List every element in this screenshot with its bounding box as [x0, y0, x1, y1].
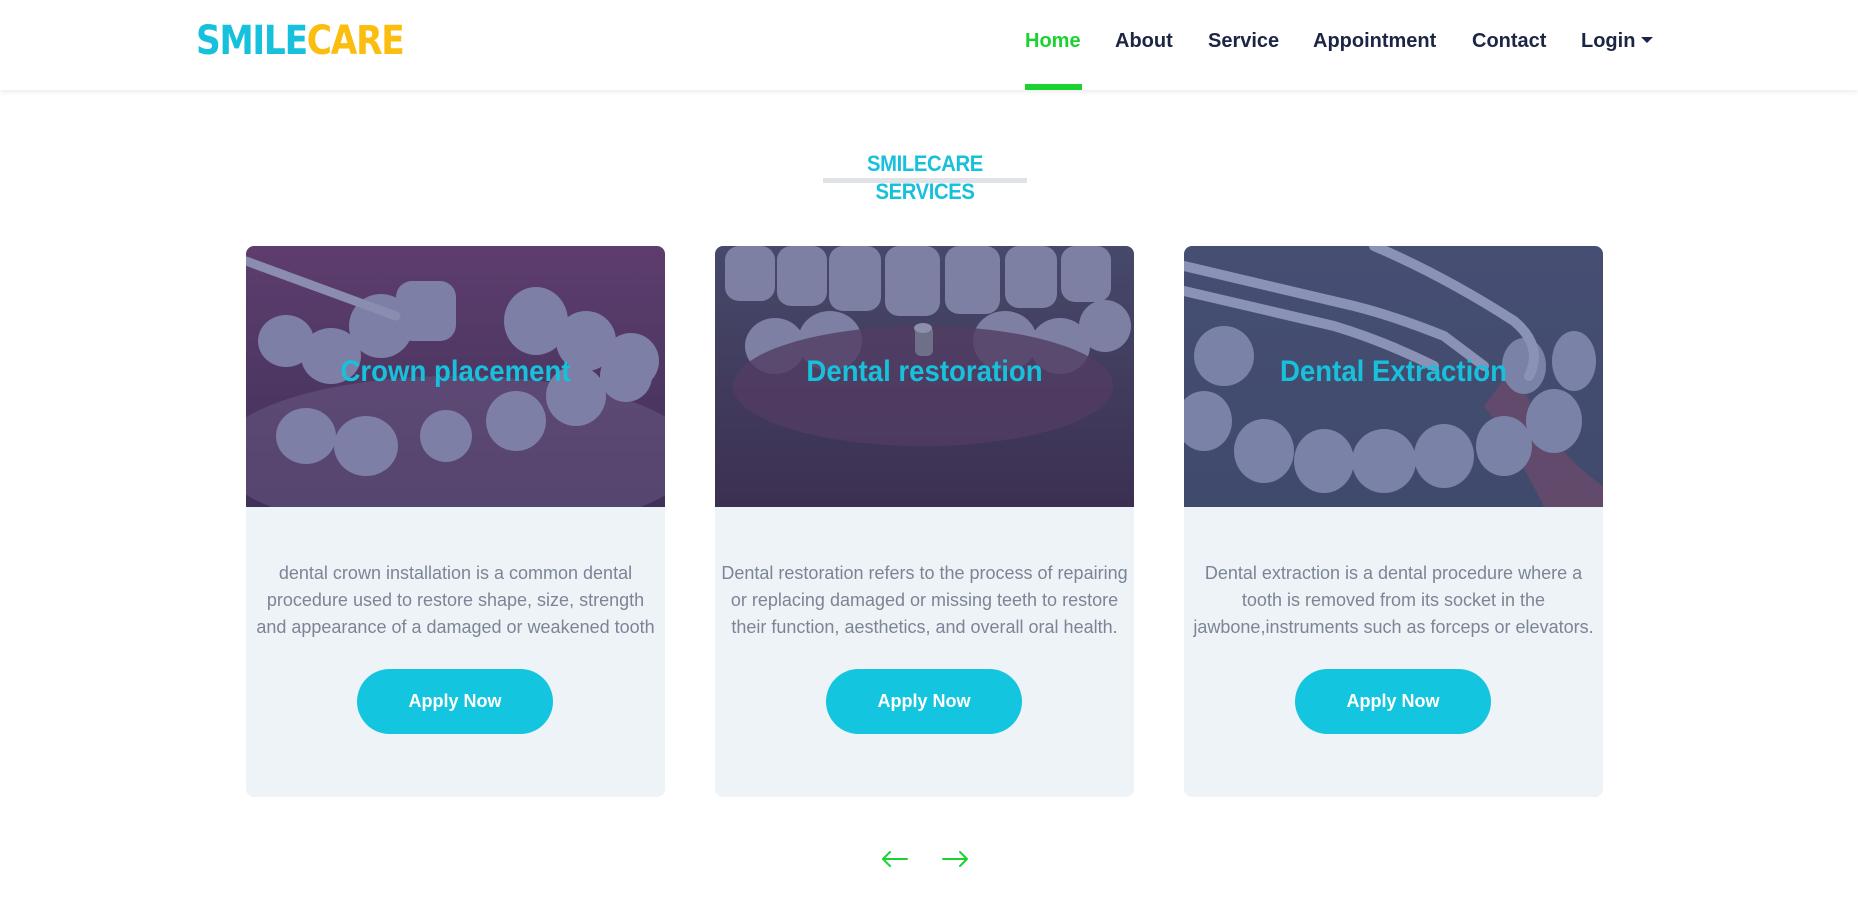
nav-item-login[interactable]: Login — [1581, 29, 1654, 53]
nav-active-indicator — [1025, 84, 1082, 90]
service-card-dental-restoration: Dental restoration Dental restoration re… — [715, 246, 1134, 797]
carousel-next-button[interactable] — [939, 845, 973, 873]
card-image-restoration: Dental restoration — [715, 246, 1134, 507]
brand-logo-part1: SMILE — [196, 18, 308, 64]
card-image-extraction: Dental Extraction — [1184, 246, 1603, 507]
apply-now-button[interactable]: Apply Now — [357, 669, 553, 734]
card-title: Dental restoration — [806, 355, 1043, 388]
card-image-crown: Crown placement — [246, 246, 665, 507]
card-description: Dental restoration refers to the process… — [721, 563, 1128, 637]
brand-logo[interactable]: SMILECARE — [196, 18, 405, 64]
card-description: Dental extraction is a dental procedure … — [1193, 563, 1594, 637]
arrow-left-icon — [882, 851, 908, 867]
nav-item-contact[interactable]: Contact — [1472, 29, 1546, 53]
carousel-prev-button[interactable] — [877, 845, 911, 873]
nav-item-home[interactable]: Home — [1025, 29, 1081, 53]
nav-item-login-label: Login — [1581, 30, 1636, 52]
card-title: Dental Extraction — [1279, 355, 1507, 388]
nav-item-about[interactable]: About — [1115, 29, 1173, 53]
service-card-dental-extraction: Dental Extraction Dental extraction is a… — [1184, 246, 1603, 797]
navbar: SMILECARE Home About Service Appointment… — [0, 0, 1858, 90]
service-card-crown-placement: Crown placement dental crown installatio… — [246, 246, 665, 797]
brand-logo-part2: CARE — [306, 18, 405, 64]
card-description: dental crown installation is a common de… — [256, 563, 655, 637]
nav-item-service[interactable]: Service — [1208, 29, 1279, 53]
section-title-underline — [823, 178, 1027, 183]
card-title: Crown placement — [340, 355, 571, 388]
apply-now-button[interactable]: Apply Now — [1295, 669, 1491, 734]
arrow-right-icon — [942, 851, 968, 867]
apply-now-button[interactable]: Apply Now — [826, 669, 1022, 734]
nav-item-appointment[interactable]: Appointment — [1313, 29, 1436, 53]
caret-down-icon — [1641, 37, 1654, 43]
